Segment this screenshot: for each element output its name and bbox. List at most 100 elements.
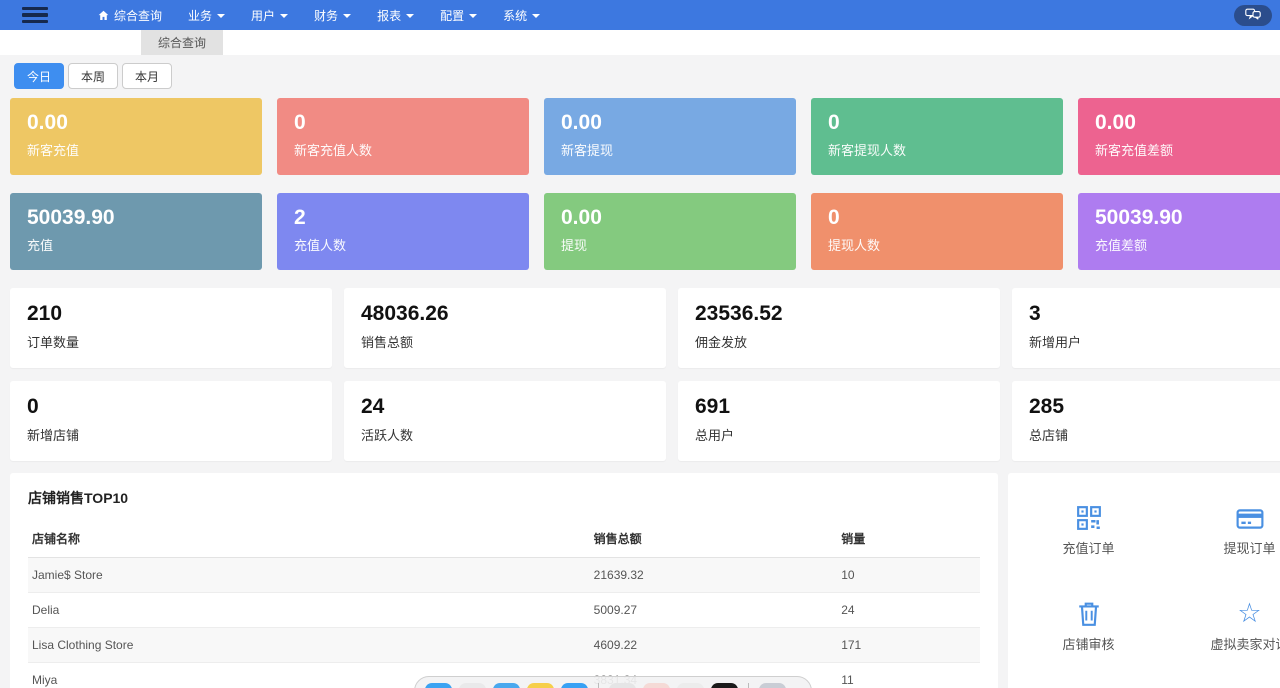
qrcode-icon: [1076, 503, 1102, 531]
menu-item-label: 用户: [251, 7, 275, 24]
summary-value: 48036.26: [361, 301, 666, 327]
dock-app-icon[interactable]: [459, 683, 486, 688]
summary-card-new-shops: 0 新增店铺: [10, 381, 332, 461]
table-title: 店铺销售TOP10: [28, 488, 980, 508]
quick-link-label: 店铺审核: [1062, 637, 1114, 652]
table-row[interactable]: Delia 5009.27 24: [28, 593, 980, 628]
summary-value: 0: [27, 394, 332, 420]
cell-sales-amount: 5009.27: [590, 593, 838, 628]
summary-value: 24: [361, 394, 666, 420]
stat-card-recharge-users: 2 充值人数: [277, 193, 529, 270]
summary-label: 活跃人数: [361, 425, 666, 444]
summary-label: 新增用户: [1029, 332, 1280, 351]
dock-divider: [748, 683, 749, 688]
menu-item-config[interactable]: 配置: [440, 7, 477, 24]
dock-app-icon[interactable]: [527, 683, 554, 688]
dock-app-icon[interactable]: [759, 683, 786, 688]
stat-value: 2: [294, 205, 529, 231]
stat-card-new-recharge-diff: 0.00 新客充值差额: [1078, 98, 1280, 175]
menu-item-finance[interactable]: 财务: [314, 7, 351, 24]
stat-value: 0.00: [1095, 110, 1280, 136]
dock-app-icon[interactable]: [677, 683, 704, 688]
quick-link-label: 提现订单: [1223, 541, 1275, 556]
stat-label: 提现: [561, 235, 796, 254]
filter-today-button[interactable]: 今日: [14, 63, 64, 89]
menu-item-label: 综合查询: [114, 7, 162, 24]
cell-sales-qty: 171: [837, 628, 980, 663]
quick-link-shop-review[interactable]: 店铺审核: [1008, 599, 1169, 653]
stat-value: 0: [828, 110, 1063, 136]
stat-label: 新客提现: [561, 140, 796, 159]
sidebar-toggle-button[interactable]: [0, 0, 70, 30]
cell-sales-qty: 24: [837, 593, 980, 628]
credit-card-icon: [1236, 503, 1264, 531]
quick-link-virtual-seller-chat[interactable]: ☆ 虚拟卖家对话: [1169, 599, 1280, 653]
column-header-sales-qty: 销量: [837, 522, 980, 558]
stat-card-new-withdraw: 0.00 新客提现: [544, 98, 796, 175]
menu-item-label: 业务: [188, 7, 212, 24]
stat-card-new-withdraw-users: 0 新客提现人数: [811, 98, 1063, 175]
menu-item-system[interactable]: 系统: [503, 7, 540, 24]
stat-label: 充值人数: [294, 235, 529, 254]
chevron-down-icon: [280, 14, 288, 18]
dock-app-icon[interactable]: [609, 683, 636, 688]
star-outline-icon: ☆: [1237, 599, 1261, 627]
stat-value: 0.00: [561, 110, 796, 136]
stat-card-new-recharge-users: 0 新客充值人数: [277, 98, 529, 175]
table-row[interactable]: Lisa Clothing Store 4609.22 171: [28, 628, 980, 663]
menu-item-dashboard[interactable]: 综合查询: [98, 7, 162, 24]
summary-card-commission: 23536.52 佣金发放: [678, 288, 1000, 368]
dock-app-icon[interactable]: [643, 683, 670, 688]
dock-app-icon[interactable]: [561, 683, 588, 688]
cell-sales-amount: 21639.32: [590, 558, 838, 593]
top-navbar: 综合查询 业务 用户 财务 报表 配置 系统: [0, 0, 1280, 30]
stat-value: 50039.90: [1095, 205, 1280, 231]
cell-sales-amount: 4609.22: [590, 628, 838, 663]
quick-link-recharge-orders[interactable]: 充值订单: [1008, 503, 1169, 557]
filter-week-button[interactable]: 本周: [68, 63, 118, 89]
summary-label: 新增店铺: [27, 425, 332, 444]
stat-value: 0: [828, 205, 1063, 231]
stat-card-recharge-diff: 50039.90 充值差额: [1078, 193, 1280, 270]
menu-item-reports[interactable]: 报表: [377, 7, 414, 24]
chevron-down-icon: [406, 14, 414, 18]
stat-value: 0.00: [561, 205, 796, 231]
menu-item-label: 财务: [314, 7, 338, 24]
summary-card-sales-total: 48036.26 销售总额: [344, 288, 666, 368]
tab-overview[interactable]: 综合查询: [141, 30, 223, 55]
dock-app-icon[interactable]: [425, 683, 452, 688]
menu-item-users[interactable]: 用户: [251, 7, 288, 24]
date-filter-group: 今日 本周 本月: [14, 63, 1280, 89]
summary-card-active-users: 24 活跃人数: [344, 381, 666, 461]
chevron-down-icon: [217, 14, 225, 18]
chevron-down-icon: [532, 14, 540, 18]
column-header-shop-name: 店铺名称: [28, 522, 590, 558]
chat-button[interactable]: [1234, 5, 1272, 26]
summary-label: 订单数量: [27, 332, 332, 351]
stat-cards-grid: 0.00 新客充值 0 新客充值人数 0.00 新客提现 0 新客提现人数 0.…: [10, 98, 1280, 270]
summary-label: 佣金发放: [695, 332, 1000, 351]
quick-link-withdraw-orders[interactable]: 提现订单: [1169, 503, 1280, 557]
macos-dock[interactable]: [414, 676, 812, 688]
menu-item-label: 系统: [503, 7, 527, 24]
stat-label: 新客充值: [27, 140, 262, 159]
dock-divider: [598, 683, 599, 688]
dock-app-icon[interactable]: [711, 683, 738, 688]
summary-value: 691: [695, 394, 1000, 420]
quick-link-label: 虚拟卖家对话: [1210, 637, 1280, 652]
stat-label: 新客提现人数: [828, 140, 1063, 159]
menu-item-business[interactable]: 业务: [188, 7, 225, 24]
summary-card-orders: 210 订单数量: [10, 288, 332, 368]
chevron-down-icon: [343, 14, 351, 18]
filter-month-button[interactable]: 本月: [122, 63, 172, 89]
cell-sales-qty: 11: [837, 663, 980, 688]
summary-label: 总用户: [695, 425, 1000, 444]
summary-cards-grid: 210 订单数量 48036.26 销售总额 23536.52 佣金发放 3 新…: [10, 288, 1280, 461]
stat-card-recharge: 50039.90 充值: [10, 193, 262, 270]
stat-label: 充值: [27, 235, 262, 254]
table-row[interactable]: Jamie$ Store 21639.32 10: [28, 558, 980, 593]
stat-value: 0.00: [27, 110, 262, 136]
stat-label: 提现人数: [828, 235, 1063, 254]
summary-label: 总店铺: [1029, 425, 1280, 444]
dock-app-icon[interactable]: [493, 683, 520, 688]
